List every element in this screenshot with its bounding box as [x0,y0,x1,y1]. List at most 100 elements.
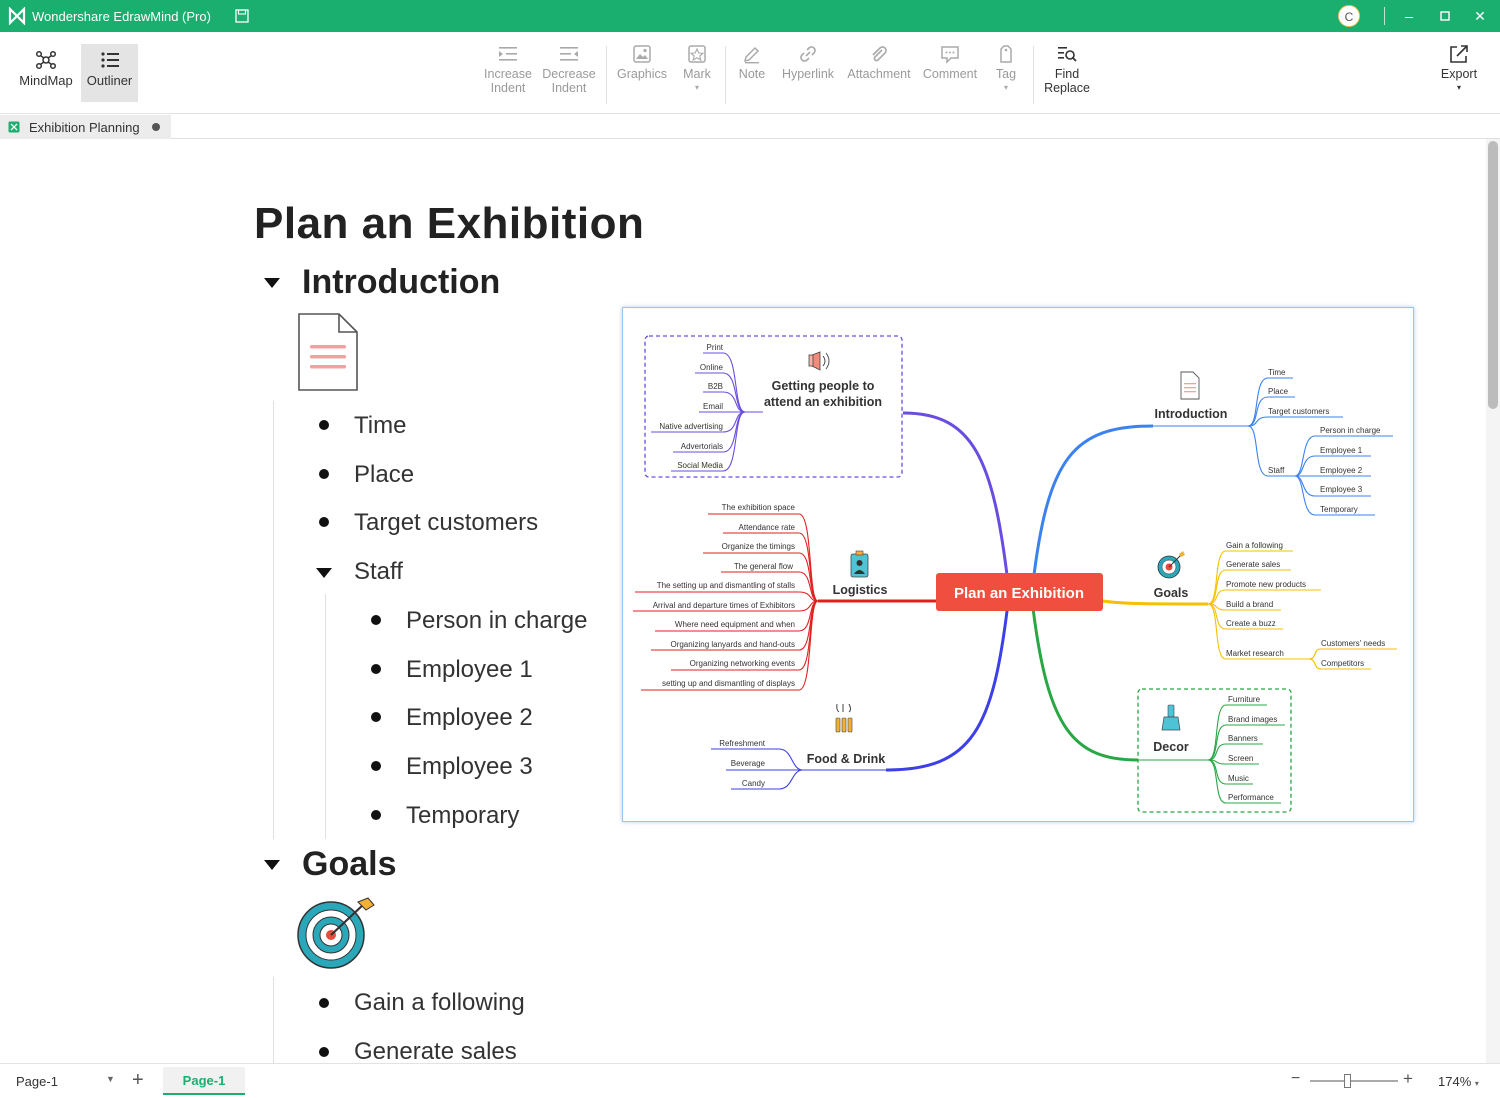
mm-item-lanyards: Organizing lanyards and hand-outs [670,640,795,649]
topic-target-customers[interactable]: Target customers [354,509,538,537]
collapse-introduction-toggle[interactable] [264,278,280,288]
topic-goals[interactable]: Goals [302,845,396,884]
collapse-goals-toggle[interactable] [264,860,280,870]
mm-item-displays: setting up and dismantling of displays [662,679,795,688]
titlebar-divider [1384,7,1385,25]
topic-employee-2[interactable]: Employee 2 [406,704,533,732]
mm-decor-banners: Banners [1228,734,1258,743]
mm-item-attendance-rate: Attendance rate [739,523,796,532]
mm-item-arrival-departure: Arrival and departure times of Exhibitor… [653,601,795,610]
zoom-slider-handle[interactable] [1344,1074,1351,1088]
add-page-button[interactable]: + [132,1069,144,1092]
topic-gain-a-following[interactable]: Gain a following [354,989,525,1017]
mindmap-image[interactable]: Plan an Exhibition Getting people to att… [622,307,1414,822]
mm-decor-performance: Performance [1228,793,1274,802]
outliner-icon [100,52,119,68]
unsaved-dot-icon[interactable] [151,123,160,131]
zoom-out-button[interactable]: − [1291,1070,1300,1088]
decrease-indent-button[interactable]: Decrease Indent [540,44,598,95]
collapse-staff-toggle[interactable] [316,568,332,578]
topic-employee-3[interactable]: Employee 3 [406,753,533,781]
zoom-in-button[interactable]: + [1403,1069,1413,1089]
minimize-button[interactable]: – [1399,6,1419,26]
note-button[interactable]: Note [733,44,771,81]
maximize-icon [1440,11,1450,21]
indent-guide [273,977,274,1063]
zoom-slider[interactable] [1310,1080,1398,1082]
getting-people-title-line2: attend an exhibition [764,395,882,409]
mindmap-view-button[interactable]: MindMap [14,44,78,102]
mindmap-icon [35,50,57,70]
mm-item-advertorials: Advertorials [681,442,723,451]
topic-employee-1[interactable]: Employee 1 [406,656,533,684]
topic-time[interactable]: Time [354,412,406,440]
mm-introduction-title: Introduction [1155,407,1228,421]
bullet [319,517,329,527]
tag-button[interactable]: Tag ▾ [990,44,1022,95]
attachment-label: Attachment [847,67,911,81]
mm-item-equipment: Where need equipment and when [675,620,795,629]
mm-decor-title: Decor [1153,740,1189,754]
find-replace-button[interactable]: Find Replace [1042,44,1092,95]
tag-icon [1000,45,1012,63]
toolbar: MindMap Outliner Increase Indent Decreas… [0,32,1500,114]
mm-decor-screen: Screen [1228,754,1253,763]
mm-goal-create-buzz: Create a buzz [1226,619,1276,628]
comment-button[interactable]: Comment [920,44,980,81]
mm-item-exhibition-space: The exhibition space [722,503,796,512]
export-button[interactable]: Export ▾ [1436,44,1482,95]
paint-brush-icon [1161,704,1181,731]
mm-intro-employee-3: Employee 3 [1320,485,1363,494]
close-button[interactable]: ✕ [1470,6,1490,26]
zoom-level[interactable]: 174% ▾ [1438,1074,1479,1089]
document-tab-label: Exhibition Planning [29,119,140,135]
chevron-down-icon[interactable]: ▼ [106,1074,115,1084]
attachment-button[interactable]: Attachment [844,44,914,81]
export-icon [1450,45,1468,63]
food-drink-title: Food & Drink [807,752,886,766]
page-selector[interactable]: Page-1 [16,1074,58,1089]
page-tab[interactable]: Page-1 [163,1067,245,1095]
logistics-title: Logistics [833,583,888,597]
increase-indent-button[interactable]: Increase Indent [481,44,535,95]
mm-intro-employee-2: Employee 2 [1320,466,1363,475]
topic-place[interactable]: Place [354,461,414,489]
find-replace-icon [1058,47,1077,62]
outliner-view-label: Outliner [86,73,133,88]
mm-item-print: Print [707,343,724,352]
mark-button[interactable]: Mark ▾ [678,44,716,95]
food-drink-icon [835,703,853,733]
toolbar-separator [725,46,726,104]
save-icon[interactable] [235,9,249,23]
chevron-down-icon: ▾ [1474,1079,1479,1088]
scrollbar-thumb[interactable] [1488,141,1498,409]
mm-item-organize-timings: Organize the timings [722,542,795,551]
topic-staff[interactable]: Staff [354,558,403,586]
mm-item-social-media: Social Media [677,461,723,470]
document-tab[interactable]: Exhibition Planning [0,115,171,139]
mm-intro-staff: Staff [1268,466,1285,475]
maximize-button[interactable] [1435,6,1455,26]
target-icon [1157,551,1185,579]
export-label: Export [1440,67,1478,81]
mm-goal-build-brand: Build a brand [1226,600,1273,609]
badge-icon [850,550,869,578]
mm-decor-furniture: Furniture [1228,695,1261,704]
topic-person-in-charge[interactable]: Person in charge [406,607,587,635]
increase-indent-label: Increase Indent [484,67,532,95]
document-tab-bar: Exhibition Planning [0,114,1500,139]
outliner-view-button[interactable]: Outliner [81,44,138,102]
vertical-scrollbar[interactable] [1486,139,1500,1063]
hyperlink-button[interactable]: Hyperlink [778,44,838,81]
topic-temporary[interactable]: Temporary [406,802,519,830]
bullet [371,664,381,674]
mark-label: Mark [683,67,711,81]
graphics-button[interactable]: Graphics [614,44,670,81]
page-title[interactable]: Plan an Exhibition [254,199,644,249]
topic-generate-sales[interactable]: Generate sales [354,1038,517,1063]
link-icon [800,46,816,62]
mark-icon [688,45,706,63]
topic-introduction[interactable]: Introduction [302,263,500,302]
user-avatar[interactable]: C [1338,5,1360,27]
mm-intro-person-in-charge: Person in charge [1320,426,1381,435]
